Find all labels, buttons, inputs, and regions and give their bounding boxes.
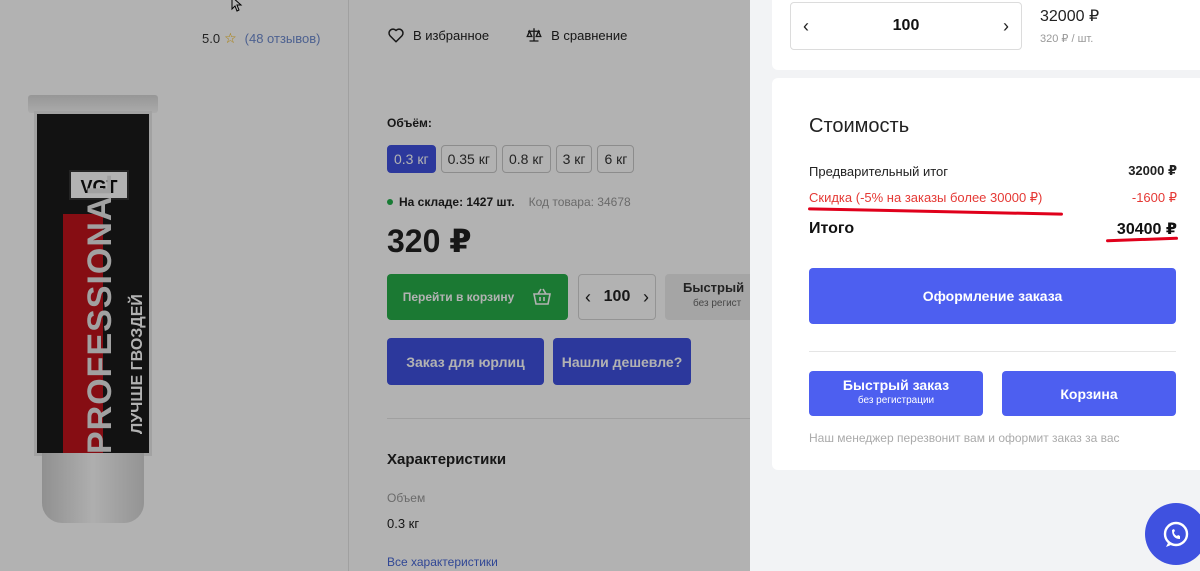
discount-row: Скидка (-5% на заказы более 30000 ₽) -16…: [809, 190, 1177, 206]
found-cheaper-button[interactable]: Нашли дешевле?: [553, 338, 691, 385]
cart-quantity-stepper[interactable]: ‹ 100 ›: [790, 2, 1022, 50]
volume-option[interactable]: 0.35 кг: [440, 145, 497, 173]
product-image: VGT PROFESSIONAL ЛУЧШЕ ГВОЗДЕЙ: [28, 95, 158, 535]
subtotal-label: Предварительный итог: [809, 163, 948, 179]
stock-text: На складе: 1427 шт.: [399, 195, 515, 209]
divider: [809, 351, 1176, 352]
quick-order-label: Быстрый заказ: [842, 377, 950, 393]
divider: [387, 418, 750, 419]
heart-icon: [388, 28, 404, 43]
volume-option[interactable]: 6 кг: [597, 145, 635, 173]
scales-icon: [526, 28, 542, 42]
subtotal-row: Предварительный итог 32000 ₽: [809, 163, 1177, 179]
characteristics-title: Характеристики: [387, 451, 507, 468]
product-line-text: PROFESSIONAL: [81, 173, 119, 454]
cart-drawer: ‹ 100 › 32000 ₽ 320 ₽ / шт. Стоимость Пр…: [750, 0, 1200, 571]
quick-order-button[interactable]: Быстрый заказ без регистрации: [809, 371, 983, 416]
go-to-cart-label: Перейти в корзину: [402, 290, 515, 304]
cart-unit-price: 320 ₽ / шт.: [1040, 33, 1094, 45]
cursor-icon: [231, 0, 243, 12]
chat-button[interactable]: [1145, 503, 1200, 565]
cart-line-total: 32000 ₽: [1040, 8, 1100, 25]
subtotal-value: 32000 ₽: [1128, 163, 1177, 178]
quick-order-sublabel: без регист: [693, 298, 742, 309]
cost-title: Стоимость: [809, 115, 910, 137]
quick-order-button[interactable]: Быстрый без регист: [665, 274, 750, 320]
quantity-value[interactable]: 100: [604, 288, 631, 306]
rating-value: 5.0: [202, 31, 221, 46]
star-icon: ☆: [224, 30, 237, 46]
cost-summary: Стоимость Предварительный итог 32000 ₽ С…: [772, 78, 1200, 470]
favorite-label: В избранное: [413, 27, 490, 43]
in-stock-dot: [387, 199, 393, 205]
product-price: 320 ₽: [387, 223, 472, 259]
quick-order-sublabel: без регистрации: [857, 395, 935, 406]
chevron-right-icon[interactable]: ›: [643, 287, 649, 308]
quick-order-label: Быстрый: [683, 280, 745, 295]
volume-option[interactable]: 0.8 кг: [501, 145, 551, 173]
go-to-cart-button[interactable]: Перейти в корзину: [387, 274, 568, 320]
legal-order-button[interactable]: Заказ для юрлиц: [387, 338, 544, 385]
quantity-stepper[interactable]: ‹ 100 ›: [578, 274, 656, 320]
reviews-link[interactable]: (48 отзывов): [245, 31, 321, 46]
discount-value: -1600 ₽: [1131, 190, 1177, 205]
product-code: Код товара: 34678: [528, 195, 631, 209]
volume-label: Объём:: [387, 116, 432, 130]
chat-icon: [1163, 521, 1189, 547]
total-value: 30400 ₽: [1116, 221, 1177, 238]
total-row: Итого 30400 ₽: [809, 219, 1177, 239]
characteristic-value: 0.3 кг: [387, 516, 420, 531]
favorite-button[interactable]: В избранное: [387, 26, 489, 44]
discount-underline-annotation: [807, 207, 1064, 216]
volume-options: 0.3 кг 0.35 кг 0.8 кг 3 кг 6 кг: [387, 145, 635, 173]
checkout-button[interactable]: Оформление заказа: [809, 268, 1176, 324]
column-divider: [348, 0, 349, 571]
basket-button[interactable]: Корзина: [1002, 371, 1176, 416]
chevron-right-icon[interactable]: ›: [1003, 16, 1009, 37]
stock-info: На складе: 1427 шт. Код товара: 34678: [387, 195, 631, 209]
product-page: 5.0 ☆ (48 отзывов) В избранное В сравнен…: [0, 0, 750, 571]
all-characteristics-link[interactable]: Все характеристики: [387, 555, 498, 569]
basket-icon: [533, 288, 552, 305]
volume-option[interactable]: 0.3 кг: [387, 145, 436, 173]
cart-item-card: ‹ 100 › 32000 ₽ 320 ₽ / шт.: [772, 0, 1200, 70]
compare-button[interactable]: В сравнение: [525, 26, 627, 44]
product-actions: В избранное В сравнение: [387, 26, 627, 44]
total-label: Итого: [809, 220, 855, 237]
discount-label: Скидка (-5% на заказы более 30000 ₽): [809, 190, 1043, 205]
cart-quantity-value[interactable]: 100: [893, 17, 920, 35]
product-rating: 5.0 ☆ (48 отзывов): [202, 30, 320, 47]
chevron-left-icon[interactable]: ‹: [803, 16, 809, 37]
product-slogan-text: ЛУЧШЕ ГВОЗДЕЙ: [129, 294, 146, 434]
manager-note: Наш менеджер перезвонит вам и оформит за…: [809, 431, 1120, 445]
chevron-left-icon[interactable]: ‹: [585, 287, 591, 308]
compare-label: В сравнение: [551, 27, 628, 43]
characteristic-key: Объем: [387, 491, 426, 505]
volume-option[interactable]: 3 кг: [555, 145, 593, 173]
